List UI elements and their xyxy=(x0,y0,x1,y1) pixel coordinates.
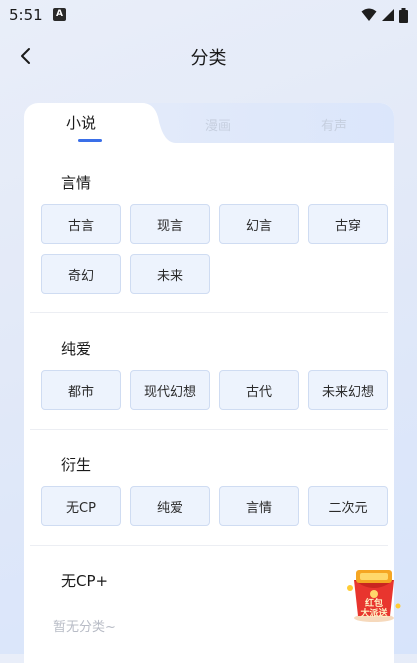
tag-button[interactable]: 古言 xyxy=(41,204,121,244)
tag-button[interactable]: 幻言 xyxy=(219,204,299,244)
tab-novel[interactable]: 小说 xyxy=(66,112,96,133)
tag-button[interactable]: 现代幻想 xyxy=(130,370,210,410)
status-icons xyxy=(361,7,408,23)
tag-button[interactable]: 无CP xyxy=(41,486,121,526)
divider xyxy=(30,545,388,546)
status-bar: 5:51 A xyxy=(0,0,417,32)
section-title: 衍生 xyxy=(61,456,92,474)
tag-button[interactable]: 奇幻 xyxy=(41,254,121,294)
tag-button[interactable]: 都市 xyxy=(41,370,121,410)
tag-button[interactable]: 现言 xyxy=(130,204,210,244)
tag-button[interactable]: 古穿 xyxy=(308,204,388,244)
tab-active-indicator xyxy=(78,139,102,142)
red-packet-line2: 大派送 xyxy=(360,609,388,619)
tag-button[interactable]: 言情 xyxy=(219,486,299,526)
notification-icon: A xyxy=(53,8,66,21)
section-title: 无CP+ xyxy=(61,572,109,590)
battery-icon xyxy=(399,7,408,23)
status-time: 5:51 xyxy=(9,6,43,24)
tab-curve xyxy=(142,103,176,143)
tag-button[interactable]: 纯爱 xyxy=(130,486,210,526)
wifi-icon xyxy=(361,8,377,21)
tab-comic[interactable]: 漫画 xyxy=(205,115,231,134)
section-title: 言情 xyxy=(61,174,92,192)
tab-bar: 小说 漫画 有声 xyxy=(24,103,394,143)
page-title: 分类 xyxy=(190,48,227,69)
divider xyxy=(30,312,388,313)
signal-icon xyxy=(382,9,394,21)
tag-button[interactable]: 未来 xyxy=(130,254,210,294)
header: 分类 xyxy=(0,32,417,80)
empty-category-text: 暂无分类~ xyxy=(53,620,116,635)
tab-audio[interactable]: 有声 xyxy=(321,115,347,134)
red-packet-badge[interactable]: 红包 大派送 xyxy=(344,566,404,624)
tag-button[interactable]: 未来幻想 xyxy=(308,370,388,410)
category-card: 小说 漫画 有声 言情 古言 现言 幻言 古穿 奇幻 未来 纯爱 都市 现代幻想… xyxy=(24,103,394,663)
tag-button[interactable]: 古代 xyxy=(219,370,299,410)
section-title: 纯爱 xyxy=(61,340,92,358)
tag-button[interactable]: 二次元 xyxy=(308,486,388,526)
divider xyxy=(30,429,388,430)
